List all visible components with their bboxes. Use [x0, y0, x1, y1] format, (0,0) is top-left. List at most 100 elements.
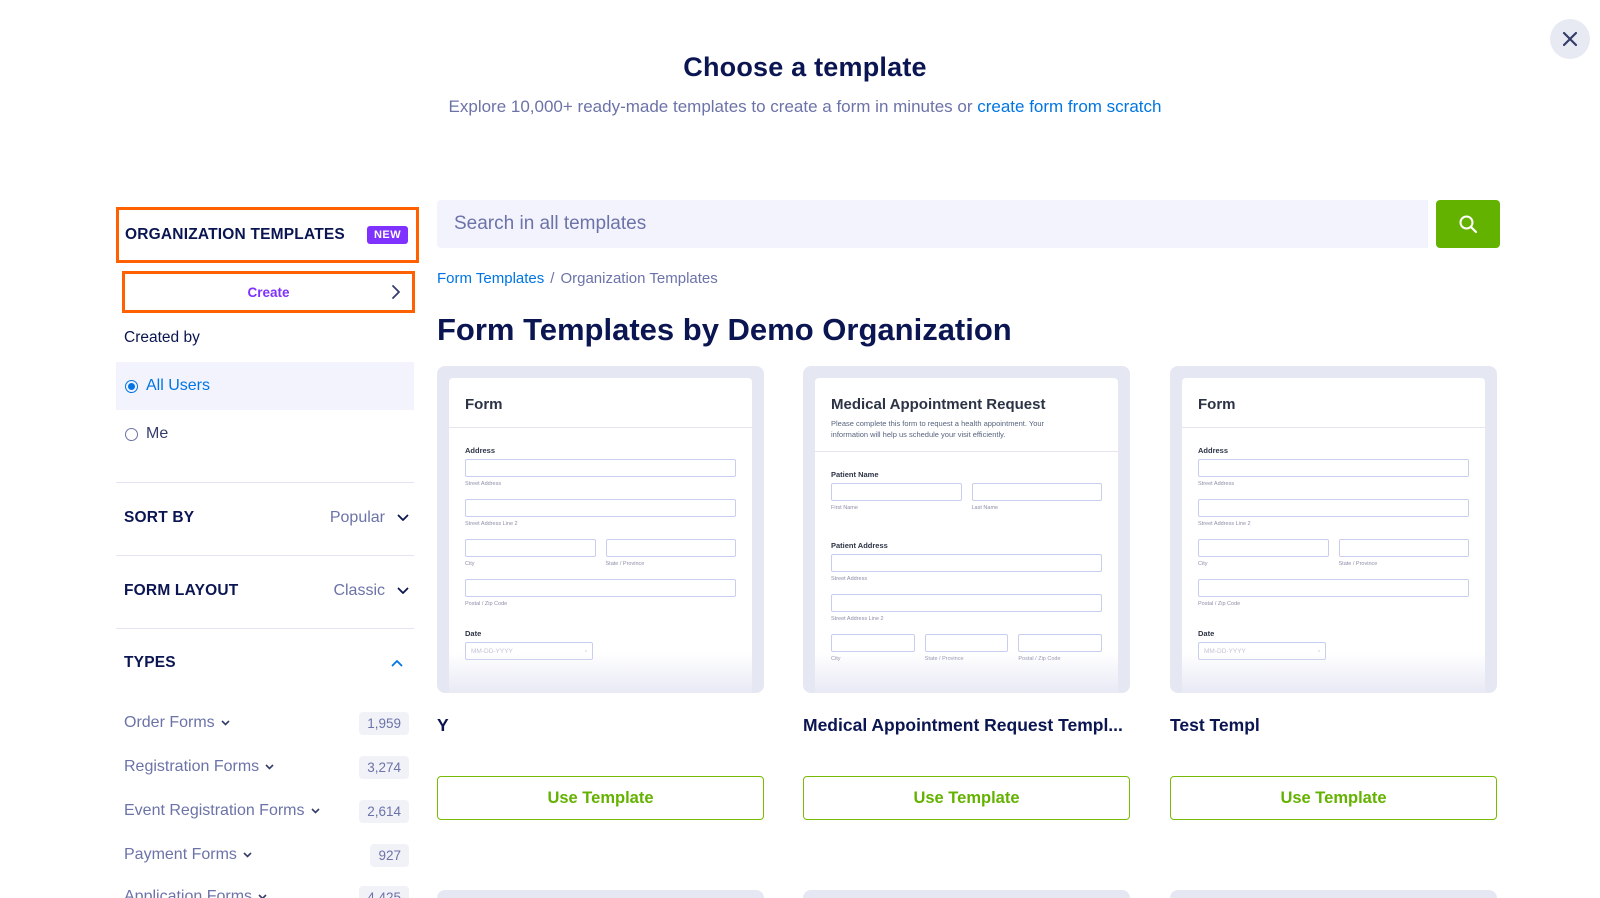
- all-users-label: All Users: [146, 377, 211, 394]
- radio-selected[interactable]: [125, 379, 138, 393]
- organization-templates-title: ORGANIZATION TEMPLATES: [125, 226, 345, 243]
- preview-field: [1018, 633, 1103, 652]
- types-label: TYPES: [124, 654, 176, 671]
- me-label: Me: [146, 425, 169, 442]
- preview-field: [465, 579, 736, 597]
- template-card-next-row[interactable]: [1170, 890, 1497, 898]
- type-count: 1,959: [359, 711, 409, 735]
- type-count: 2,614: [359, 799, 409, 823]
- template-card[interactable]: Form Address Street Address Street Addre…: [1170, 366, 1497, 820]
- breadcrumb-current: Organization Templates: [560, 270, 718, 287]
- preview-field: [831, 482, 962, 501]
- types-row[interactable]: TYPES: [124, 648, 409, 678]
- preview-label: Date: [1198, 629, 1215, 638]
- preview-field: [971, 482, 1102, 501]
- preview-label: Date: [465, 629, 482, 638]
- template-card[interactable]: Form Address Street Address Street Addre…: [437, 366, 764, 820]
- type-count: 3,274: [359, 755, 409, 779]
- preview-hint: City: [465, 561, 475, 567]
- preview-hint: Postal / Zip Code: [1198, 601, 1241, 607]
- use-template-button[interactable]: Use Template: [803, 776, 1130, 820]
- type-label: Order Forms: [124, 714, 215, 731]
- created-by-me[interactable]: Me: [116, 410, 414, 458]
- preview-field: [465, 539, 596, 557]
- calendar-icon: ▫: [584, 648, 587, 655]
- type-label: Event Registration Forms: [124, 802, 305, 819]
- use-template-button[interactable]: Use Template: [1170, 776, 1497, 820]
- preview-hint: State / Province: [924, 655, 964, 662]
- template-name[interactable]: Y: [437, 715, 764, 736]
- template-name[interactable]: Test Templ: [1170, 715, 1497, 736]
- type-event-registration-forms[interactable]: Event Registration Forms 2,614: [124, 798, 409, 824]
- type-payment-forms[interactable]: Payment Forms 927: [124, 842, 409, 868]
- sort-by-dropdown[interactable]: Popular: [330, 509, 409, 527]
- template-card[interactable]: Medical Appointment Request Please compl…: [803, 366, 1130, 820]
- type-order-forms[interactable]: Order Forms 1,959: [124, 710, 409, 736]
- preview-title: Medical Appointment Request: [831, 396, 1046, 413]
- create-from-scratch-link[interactable]: create form from scratch: [977, 97, 1161, 116]
- search-icon: [1459, 215, 1478, 234]
- preview-field: [831, 633, 915, 652]
- close-icon: [1562, 31, 1578, 47]
- preview-field: [1198, 539, 1329, 557]
- preview-field: [1198, 579, 1469, 597]
- type-label: Registration Forms: [124, 758, 260, 775]
- sort-by-value: Popular: [329, 509, 385, 526]
- preview-field: [465, 459, 736, 477]
- organization-templates-section[interactable]: ORGANIZATION TEMPLATES NEW: [116, 207, 419, 263]
- preview-row: City State / Province Postal / Zip Code: [831, 633, 1103, 674]
- preview-date-field: MM-DD-YYYY ▫: [465, 642, 593, 660]
- template-card-next-row[interactable]: [803, 890, 1130, 898]
- created-by-all-users[interactable]: All Users: [116, 362, 414, 410]
- preview-hint: Street Address Line 2: [831, 615, 884, 622]
- type-application-forms[interactable]: Application Forms 4,425: [124, 884, 409, 898]
- type-count: 927: [370, 843, 409, 867]
- type-label: Payment Forms: [124, 846, 237, 863]
- template-preview[interactable]: Form Address Street Address Street Addre…: [437, 366, 764, 693]
- chevron-down-icon: [397, 587, 409, 594]
- preview-label: Address: [1198, 446, 1229, 455]
- page-title: Form Templates by Demo Organization: [437, 312, 1012, 347]
- divider: [116, 555, 414, 556]
- use-template-button[interactable]: Use Template: [437, 776, 764, 820]
- new-badge: NEW: [366, 226, 409, 244]
- chevron-right-icon: [392, 285, 400, 299]
- sort-by-label: SORT BY: [124, 509, 195, 526]
- preview-description: Please complete this form to request a h…: [831, 419, 1045, 440]
- preview-label: Address: [465, 446, 496, 455]
- breadcrumb-separator: /: [550, 270, 555, 287]
- form-layout-label: FORM LAYOUT: [124, 582, 239, 599]
- preview-field: [605, 539, 736, 557]
- preview-field: [831, 553, 1102, 572]
- chevron-down-icon: [258, 894, 267, 898]
- form-layout-dropdown[interactable]: Classic: [333, 582, 409, 600]
- type-label: Application Forms: [124, 888, 253, 898]
- breadcrumb-form-templates[interactable]: Form Templates: [437, 270, 544, 287]
- template-name[interactable]: Medical Appointment Request Templ...: [803, 715, 1130, 736]
- create-label: Create: [247, 284, 290, 300]
- template-preview[interactable]: Medical Appointment Request Please compl…: [803, 366, 1130, 693]
- template-card-next-row[interactable]: [437, 890, 764, 898]
- create-template-button[interactable]: Create: [122, 271, 415, 313]
- search-input[interactable]: [437, 200, 1428, 248]
- divider: [116, 628, 414, 629]
- chevron-down-icon: [221, 720, 230, 726]
- preview-hint: City: [831, 655, 841, 662]
- preview-hint: Street Address Line 2: [465, 521, 518, 527]
- preview-hint: Street Address Line 2: [1198, 521, 1251, 527]
- preview-hint: State / Province: [605, 561, 645, 567]
- radio-unselected[interactable]: [125, 427, 138, 441]
- preview-divider: [1182, 427, 1485, 428]
- preview-field: [465, 499, 736, 517]
- preview-hint: Postal / Zip Code: [465, 601, 508, 607]
- preview-label: Patient Address: [831, 540, 888, 550]
- search-button[interactable]: [1436, 200, 1500, 248]
- chevron-down-icon: [310, 808, 320, 814]
- preview-date-placeholder: MM-DD-YYYY: [471, 648, 513, 655]
- template-preview[interactable]: Form Address Street Address Street Addre…: [1170, 366, 1497, 693]
- preview-row: City State / Province: [465, 539, 736, 579]
- form-layout-row: FORM LAYOUT Classic: [124, 576, 409, 606]
- type-registration-forms[interactable]: Registration Forms 3,274: [124, 754, 409, 780]
- sort-by-row: SORT BY Popular: [124, 503, 409, 533]
- subtitle-text: Explore 10,000+ ready-made templates to …: [448, 97, 973, 116]
